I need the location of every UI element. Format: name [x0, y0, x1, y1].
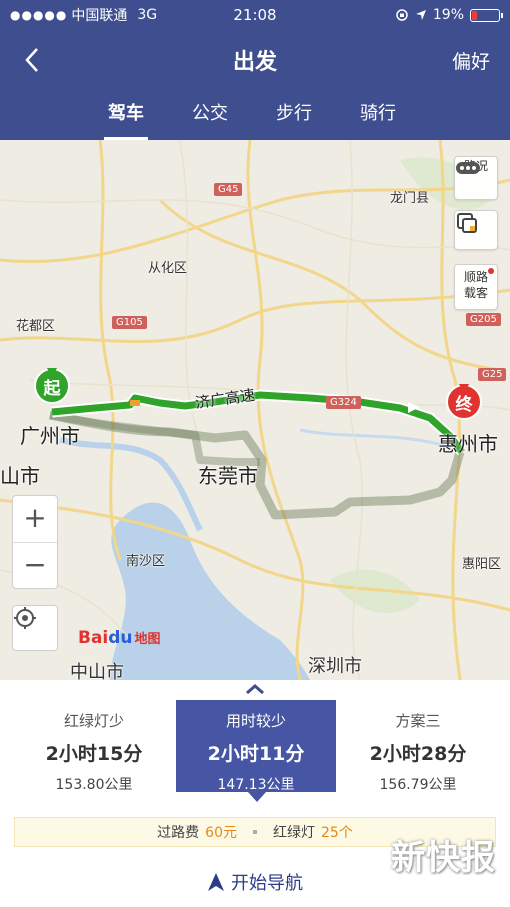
traffic-lights-label: 红绿灯 [273, 825, 315, 841]
route-option-label: 方案三 [395, 712, 441, 730]
tab-bike[interactable]: 骑行 [336, 92, 420, 140]
traffic-icon [456, 162, 480, 174]
location-arrow-icon [415, 10, 426, 20]
carrier-name: 中国联通 [71, 8, 128, 24]
back-button[interactable] [14, 42, 50, 78]
map-label-shenzhen: 深圳市 [308, 656, 362, 677]
travel-mode-tabs: 驾车 公交 步行 骑行 [0, 92, 510, 140]
separator-dot [253, 830, 257, 834]
route-option-distance: 156.79公里 [379, 777, 457, 793]
route-option-label: 用时较少 [225, 712, 286, 730]
route-option-time: 2小时11分 [207, 743, 305, 765]
river-east [299, 428, 461, 452]
route-options: 红绿灯少 2小时15分 153.80公里 用时较少 2小时11分 147.13公… [0, 700, 510, 802]
route-option-2[interactable]: 用时较少 2小时11分 147.13公里 [176, 700, 336, 802]
road-shield-g25: G25 [478, 368, 507, 381]
tab-drive[interactable]: 驾车 [84, 92, 168, 140]
route-option-label: 红绿灯少 [63, 712, 124, 730]
zoom-out-button[interactable]: − [13, 542, 57, 588]
map-label-huizhou: 惠州市 [438, 432, 498, 456]
expand-panel-button[interactable] [240, 682, 270, 700]
logo-ditu: 地图 [134, 632, 161, 647]
map-canvas [0, 140, 510, 680]
baidu-map-logo: Baidu 地图 [78, 628, 161, 648]
locate-button[interactable] [12, 605, 58, 651]
route-option-1[interactable]: 红绿灯少 2小时15分 153.80公里 [14, 700, 174, 793]
carpool-label-line2: 载客 [463, 286, 488, 300]
chevron-up-icon [246, 684, 264, 695]
route-option-time: 2小时15分 [45, 743, 143, 765]
logo-bai: Bai [78, 628, 109, 648]
route-option-time: 2小时28分 [369, 743, 467, 765]
road-shield-g324: G324 [326, 396, 361, 409]
toll-label: 过路费 [157, 825, 200, 841]
navigation-bar: 出发 偏好 [0, 30, 510, 92]
route-option-distance: 153.80公里 [55, 777, 133, 793]
start-pin-tail [47, 368, 57, 378]
pearl-river-estuary [110, 502, 310, 680]
battery-level [472, 10, 477, 20]
traffic-toggle-button[interactable]: 路况 [454, 156, 498, 200]
signal-strength-icon: ●●●●● [10, 8, 68, 22]
preference-button[interactable]: 偏好 [452, 47, 490, 74]
map-label-huadu: 花都区 [16, 319, 56, 334]
map-label-conghua: 从化区 [148, 261, 188, 276]
layers-icon [457, 213, 477, 233]
toll-value: 60元 [205, 825, 237, 841]
route-panel: 红绿灯少 2小时15分 153.80公里 用时较少 2小时11分 147.13公… [0, 680, 510, 907]
watermark: 新快报 [391, 838, 496, 878]
tab-walk[interactable]: 步行 [252, 92, 336, 140]
battery-percent: 19% [432, 7, 464, 23]
route-jam-segment [130, 400, 140, 406]
crosshair-icon [14, 607, 36, 629]
layers-button[interactable] [454, 210, 498, 250]
traffic-lights-value: 25个 [321, 825, 353, 841]
end-pin[interactable]: 终 [446, 384, 482, 428]
carpool-button[interactable]: 顺路 载客 [454, 264, 498, 310]
map-label-guangzhou: 广州市 [20, 424, 80, 448]
network-type: 3G [137, 7, 158, 23]
end-pin-tail [459, 384, 469, 394]
map-label-longmen: 龙门县 [390, 191, 430, 206]
route-option-distance: 147.13公里 [217, 777, 295, 793]
rotation-lock-icon [396, 9, 408, 21]
map-label-huiyang: 惠阳区 [462, 557, 502, 572]
map-label-dongguan: 东莞市 [198, 464, 258, 488]
navigation-arrow-icon [208, 873, 224, 891]
zoom-control: + − [12, 495, 58, 589]
chevron-left-icon [25, 48, 38, 72]
route-option-3[interactable]: 方案三 2小时28分 156.79公里 [338, 700, 498, 793]
page-title: 出发 [232, 50, 277, 75]
logo-du: du [108, 628, 133, 648]
map-view[interactable]: 龙门县 从化区 花都区 广州市 山市 东莞市 惠州市 南沙区 惠阳区 深圳市 中… [0, 140, 510, 680]
road-shield-g205: G205 [466, 313, 501, 326]
map-label-shan-partial: 山市 [0, 464, 40, 488]
status-bar: ●●●●● 中国联通 3G 21:08 19% [0, 0, 510, 30]
tab-transit[interactable]: 公交 [168, 92, 252, 140]
notification-dot [488, 268, 494, 274]
start-pin[interactable]: 起 [34, 368, 70, 412]
map-label-zhongshan: 中山市 [70, 662, 124, 680]
zoom-in-button[interactable]: + [13, 496, 57, 542]
road-shield-g105: G105 [112, 316, 147, 329]
battery-icon [470, 8, 503, 22]
road-shield-g45: G45 [214, 183, 243, 196]
start-navigation-label: 开始导航 [231, 873, 303, 894]
map-label-nansha: 南沙区 [126, 554, 166, 569]
